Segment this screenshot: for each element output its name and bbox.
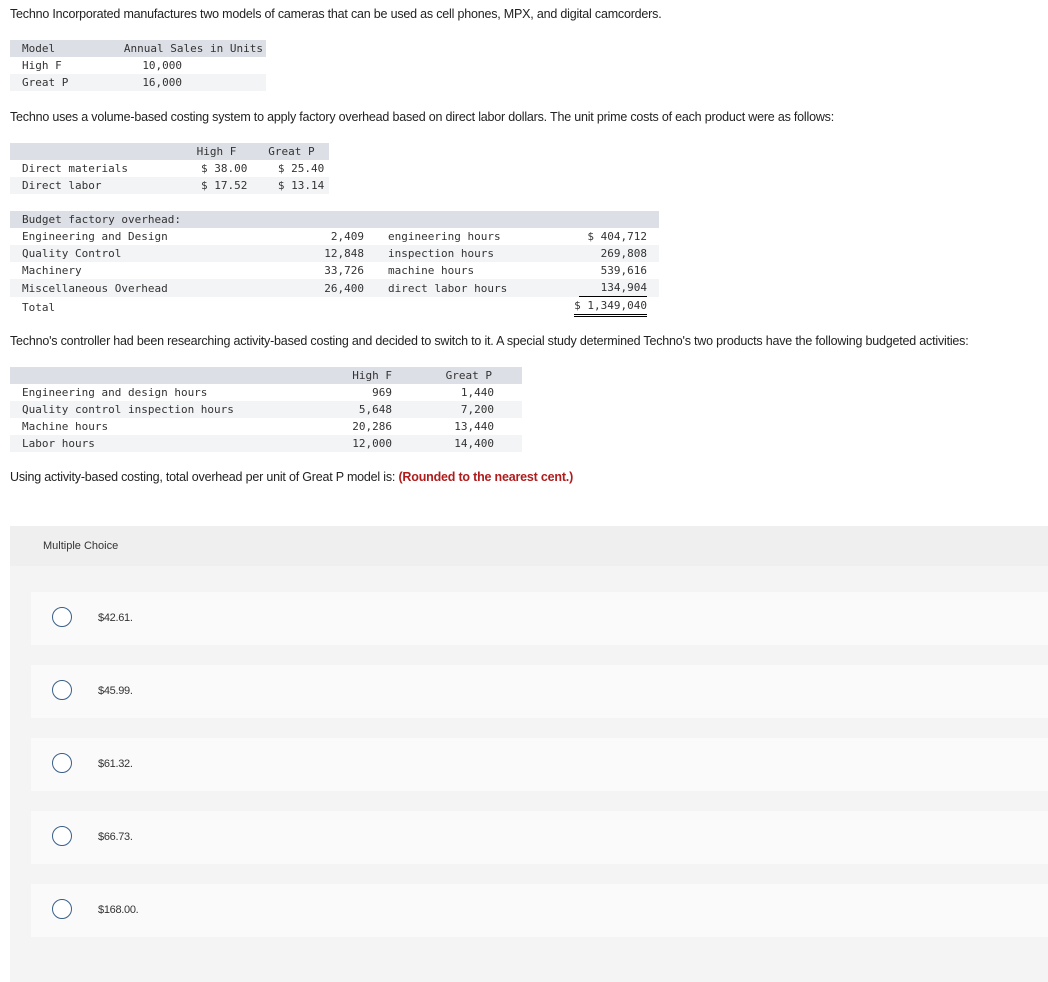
question-text: Using activity-based costing, total over…	[10, 470, 396, 484]
header-high-f: High F	[277, 367, 392, 384]
choice-label[interactable]: $168.00.	[98, 884, 139, 937]
choice-label[interactable]: $42.61.	[98, 592, 133, 645]
question-prompt: Using activity-based costing, total over…	[10, 470, 573, 484]
units-value: 10,000	[142, 59, 183, 72]
overhead-driver: direct labor hours	[364, 279, 540, 297]
table-row: Engineering and design hours 969 1,440	[10, 384, 522, 401]
radio-button[interactable]	[52, 607, 72, 627]
table-row: Labor hours 12,000 14,400	[10, 435, 522, 452]
units-value: 16,000	[80, 74, 266, 91]
overhead-qty: 33,726	[324, 264, 364, 277]
great-p-value: 1,440	[460, 386, 494, 399]
overhead-qty: 12,848	[252, 245, 364, 262]
activities-table: High F Great P Engineering and design ho…	[10, 367, 522, 452]
activity-label: Engineering and design hours	[22, 386, 208, 399]
header-model: Model	[10, 40, 81, 57]
great-p-value: $ 25.40	[277, 162, 325, 175]
table-header-row: Budget factory overhead:	[10, 211, 659, 228]
choice-option[interactable]: $45.99.	[31, 665, 1048, 718]
table-row: Machine hours 20,286 13,440	[10, 418, 522, 435]
choice-option[interactable]: $42.61.	[31, 592, 1048, 645]
header-annual-sales: Annual Sales in Units	[80, 40, 266, 57]
choice-option[interactable]: $61.32.	[31, 738, 1048, 791]
overhead-driver: machine hours	[388, 264, 475, 277]
table-row: Miscellaneous Overhead 26,400 direct lab…	[10, 279, 659, 297]
cost-label: Direct materials	[22, 162, 128, 175]
overhead-label: Engineering and Design	[22, 230, 168, 243]
overhead-amount-underlined: 134,904	[578, 279, 647, 297]
multiple-choice-heading: Multiple Choice	[10, 526, 1048, 566]
header-blank	[10, 143, 177, 160]
model-name: High F	[22, 59, 62, 72]
cost-label: Direct labor	[10, 177, 177, 194]
sales-table: Model Annual Sales in Units High F 10,00…	[10, 40, 266, 91]
multiple-choice-panel: Multiple Choice $42.61. $45.99. $61.32. …	[10, 526, 1048, 982]
great-p-value: 14,400	[392, 435, 522, 452]
rounding-note: (Rounded to the nearest cent.)	[398, 470, 574, 484]
high-f-value: 12,000	[277, 435, 392, 452]
header-great-p: Great P	[251, 143, 329, 160]
high-f-value: 5,648	[277, 401, 392, 418]
overhead-driver: inspection hours	[364, 245, 540, 262]
choice-label[interactable]: $61.32.	[98, 738, 133, 791]
radio-button[interactable]	[52, 680, 72, 700]
activity-label: Quality control inspection hours	[10, 401, 277, 418]
header-great-p: Great P	[392, 367, 522, 384]
table-row: Quality Control 12,848 inspection hours …	[10, 245, 659, 262]
overhead-label: Miscellaneous Overhead	[10, 279, 252, 297]
overhead-qty: 2,409	[330, 230, 364, 243]
abc-paragraph: Techno's controller had been researching…	[10, 334, 969, 348]
overhead-amount: 269,808	[539, 245, 659, 262]
overhead-driver: engineering hours	[388, 230, 501, 243]
choice-option[interactable]: $168.00.	[31, 884, 1048, 937]
radio-button[interactable]	[52, 826, 72, 846]
high-f-value: $ 38.00	[201, 162, 248, 175]
overhead-qty: 26,400	[252, 279, 364, 297]
total-label: Total	[22, 300, 56, 314]
activity-label: Machine hours	[22, 420, 109, 433]
choice-label[interactable]: $45.99.	[98, 665, 133, 718]
high-f-value: 969	[372, 386, 392, 399]
table-header-row: High F Great P	[10, 367, 522, 384]
radio-button[interactable]	[52, 753, 72, 773]
overhead-title: Budget factory overhead:	[10, 211, 659, 228]
prime-costs-table: High F Great P Direct materials $ 38.00 …	[10, 143, 329, 194]
radio-button[interactable]	[52, 899, 72, 919]
total-amount-cell: $ 1,349,040	[540, 297, 659, 317]
activity-label: Labor hours	[10, 435, 277, 452]
header-blank	[10, 367, 277, 384]
great-p-value: 7,200	[392, 401, 522, 418]
overhead-label: Quality Control	[10, 245, 252, 262]
overhead-amount: 539,616	[600, 264, 647, 277]
table-row: Machinery 33,726 machine hours 539,616	[10, 262, 659, 279]
overhead-table: Budget factory overhead: Engineering and…	[10, 211, 659, 317]
choice-label[interactable]: $66.73.	[98, 811, 133, 864]
table-header-row: Model Annual Sales in Units	[10, 40, 266, 57]
overhead-amount: 134,904	[539, 279, 659, 297]
table-header-row: High F Great P	[10, 143, 329, 160]
overhead-amount: $ 404,712	[587, 230, 647, 243]
table-row: High F 10,000	[10, 57, 266, 74]
table-total-row: Total $ 1,349,040	[10, 297, 659, 317]
table-row: Engineering and Design 2,409 engineering…	[10, 228, 659, 245]
table-row: Quality control inspection hours 5,648 7…	[10, 401, 522, 418]
intro-text: Techno Incorporated manufactures two mod…	[10, 7, 662, 21]
choice-option[interactable]: $66.73.	[31, 811, 1048, 864]
high-f-value: 20,286	[352, 420, 392, 433]
table-row: Great P 16,000	[10, 74, 266, 91]
costing-paragraph: Techno uses a volume-based costing syste…	[10, 110, 834, 124]
high-f-value: $ 17.52	[177, 177, 252, 194]
table-row: Direct labor $ 17.52 $ 13.14	[10, 177, 329, 194]
great-p-value: $ 13.14	[251, 177, 329, 194]
total-amount: $ 1,349,040	[574, 297, 647, 317]
header-high-f: High F	[177, 143, 252, 160]
overhead-label: Machinery	[22, 264, 82, 277]
model-name: Great P	[10, 74, 81, 91]
table-row: Direct materials $ 38.00 $ 25.40	[10, 160, 329, 177]
great-p-value: 13,440	[454, 420, 494, 433]
